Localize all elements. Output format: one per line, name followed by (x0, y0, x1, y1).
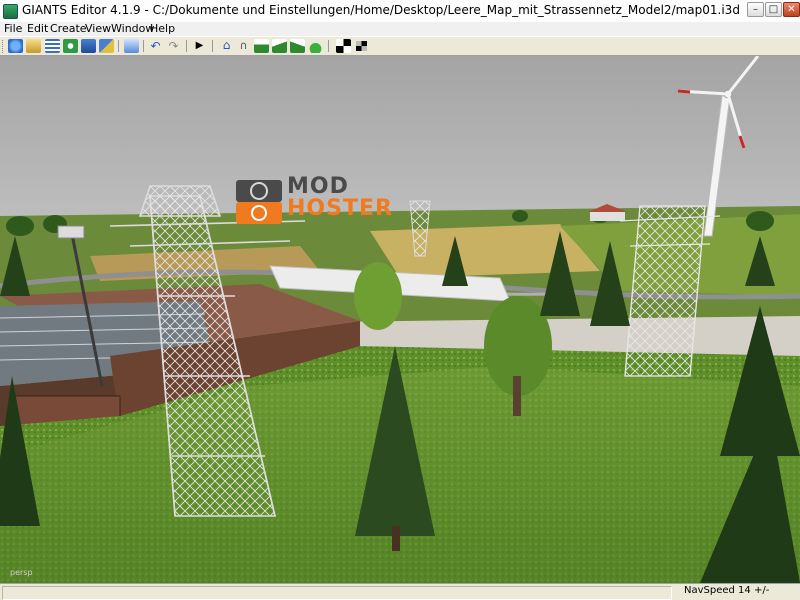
toolbar-separator (143, 40, 144, 52)
app-icon (3, 4, 18, 19)
title-bar: GIANTS Editor 4.1.9 - C:/Dokumente und E… (0, 0, 800, 23)
undo-icon[interactable]: ↶ (148, 39, 163, 53)
export-icon[interactable] (124, 39, 139, 53)
watermark-text-bottom: HOSTER (287, 196, 393, 221)
terrain-sculpt-icon[interactable] (272, 39, 287, 53)
foliage-icon[interactable] (308, 39, 323, 53)
menu-help[interactable]: Help (150, 22, 175, 36)
menu-create[interactable]: Create (50, 22, 87, 36)
magnet-icon[interactable]: ∩ (236, 39, 251, 53)
viewport-3d[interactable]: MOD HOSTER persp (0, 56, 800, 583)
status-message (2, 586, 672, 600)
toolbar-separator (186, 40, 187, 52)
scene-render (0, 56, 800, 583)
toolbar: ↶ ↷ ▶ ⌂ ∩ (0, 36, 800, 56)
close-button[interactable]: ✕ (783, 2, 800, 17)
terrain-paint-icon[interactable] (254, 39, 269, 53)
menu-file[interactable]: File (4, 22, 22, 36)
status-bar: NavSpeed 14 +/- (0, 583, 800, 600)
toolbar-separator (328, 40, 329, 52)
toolbar-separator (118, 40, 119, 52)
toolbar-separator (212, 40, 213, 52)
minimize-button[interactable]: – (747, 2, 764, 17)
terrain-smooth-icon[interactable] (290, 39, 305, 53)
maximize-button[interactable]: □ (765, 2, 782, 17)
refresh-icon[interactable] (63, 39, 78, 53)
save-all-icon[interactable] (99, 39, 114, 53)
play-icon[interactable]: ▶ (192, 39, 207, 53)
toolbar-grip[interactable] (2, 40, 6, 53)
home-icon[interactable]: ⌂ (219, 39, 234, 53)
list-icon[interactable] (45, 39, 60, 53)
sky (0, 56, 800, 216)
menu-edit[interactable]: Edit (27, 22, 48, 36)
checker-icon[interactable] (336, 39, 351, 53)
checker-settings-icon[interactable] (354, 39, 369, 53)
menu-window[interactable]: Window (111, 22, 154, 36)
open-file-icon[interactable] (26, 39, 41, 53)
new-file-icon[interactable] (8, 39, 23, 53)
window-title: GIANTS Editor 4.1.9 - C:/Dokumente und E… (22, 3, 740, 17)
menu-bar: File Edit Create View Window Help (0, 22, 800, 36)
save-icon[interactable] (81, 39, 96, 53)
navspeed-indicator: NavSpeed 14 +/- (684, 585, 770, 596)
distant-building (590, 211, 625, 221)
modhoster-watermark (236, 180, 282, 224)
redo-icon[interactable]: ↷ (166, 39, 181, 53)
menu-view[interactable]: View (85, 22, 111, 36)
persp-label: persp (10, 568, 33, 577)
